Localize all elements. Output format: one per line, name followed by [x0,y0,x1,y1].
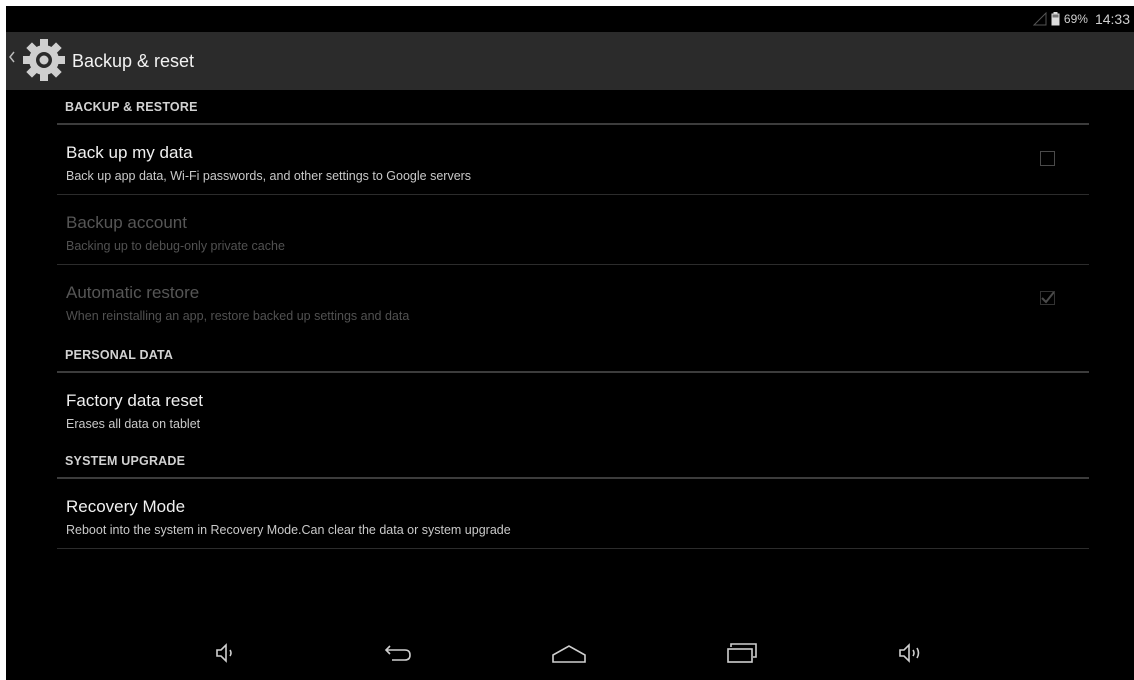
pref-summary: When reinstalling an app, restore backed… [66,309,410,323]
pref-automatic-restore: Automatic restore When reinstalling an a… [57,265,1089,335]
volume-down-icon[interactable] [206,636,246,670]
pref-title: Recovery Mode [66,497,186,516]
auto-restore-checkbox [1040,291,1055,306]
pref-backup-my-data[interactable]: Back up my data Back up app data, Wi-Fi … [57,125,1089,195]
action-bar: Backup & reset [6,32,1134,90]
pref-summary: Erases all data on tablet [66,417,201,431]
backup-data-checkbox[interactable] [1040,151,1055,166]
pref-backup-account: Backup account Backing up to debug-only … [57,195,1089,265]
section-header-label: SYSTEM UPGRADE [65,454,186,468]
pref-title: Automatic restore [66,283,200,302]
back-icon[interactable] [378,636,418,670]
recents-icon[interactable] [722,636,762,670]
section-header-label: BACKUP & RESTORE [65,100,198,114]
pref-summary: Back up app data, Wi-Fi passwords, and o… [66,169,472,183]
pref-factory-data-reset[interactable]: Factory data reset Erases all data on ta… [57,373,1089,443]
volume-up-icon[interactable] [892,636,932,670]
android-screen: 69% 14:33 Backup & reset BACKUP & RESTOR… [6,6,1134,680]
section-header-label: PERSONAL DATA [65,348,174,362]
pref-title: Back up my data [66,143,193,162]
up-chevron-icon[interactable] [8,50,16,69]
pref-title: Factory data reset [66,391,204,410]
settings-gear-icon[interactable] [21,37,67,88]
pref-summary: Backing up to debug-only private cache [66,239,285,253]
battery-icon [1051,12,1060,26]
page-title: Backup & reset [72,51,195,71]
section-header-system-upgrade: SYSTEM UPGRADE [57,444,1089,479]
settings-list: BACKUP & RESTORE Back up my data Back up… [57,90,1089,598]
status-icons: 69% 14:33 [1032,10,1130,28]
signal-icon [1032,12,1047,26]
pref-title: Backup account [66,213,187,232]
battery-percent: 69% [1063,12,1088,26]
section-header-backup-restore: BACKUP & RESTORE [57,90,1089,125]
checkmark-icon [1040,291,1055,305]
section-header-personal-data: PERSONAL DATA [57,338,1089,373]
status-bar: 69% 14:33 [6,6,1134,32]
pref-recovery-mode[interactable]: Recovery Mode Reboot into the system in … [57,479,1089,549]
clock: 14:33 [1094,11,1130,27]
home-icon[interactable] [549,636,589,670]
navigation-bar [6,626,1134,680]
pref-summary: Reboot into the system in Recovery Mode.… [66,523,511,537]
